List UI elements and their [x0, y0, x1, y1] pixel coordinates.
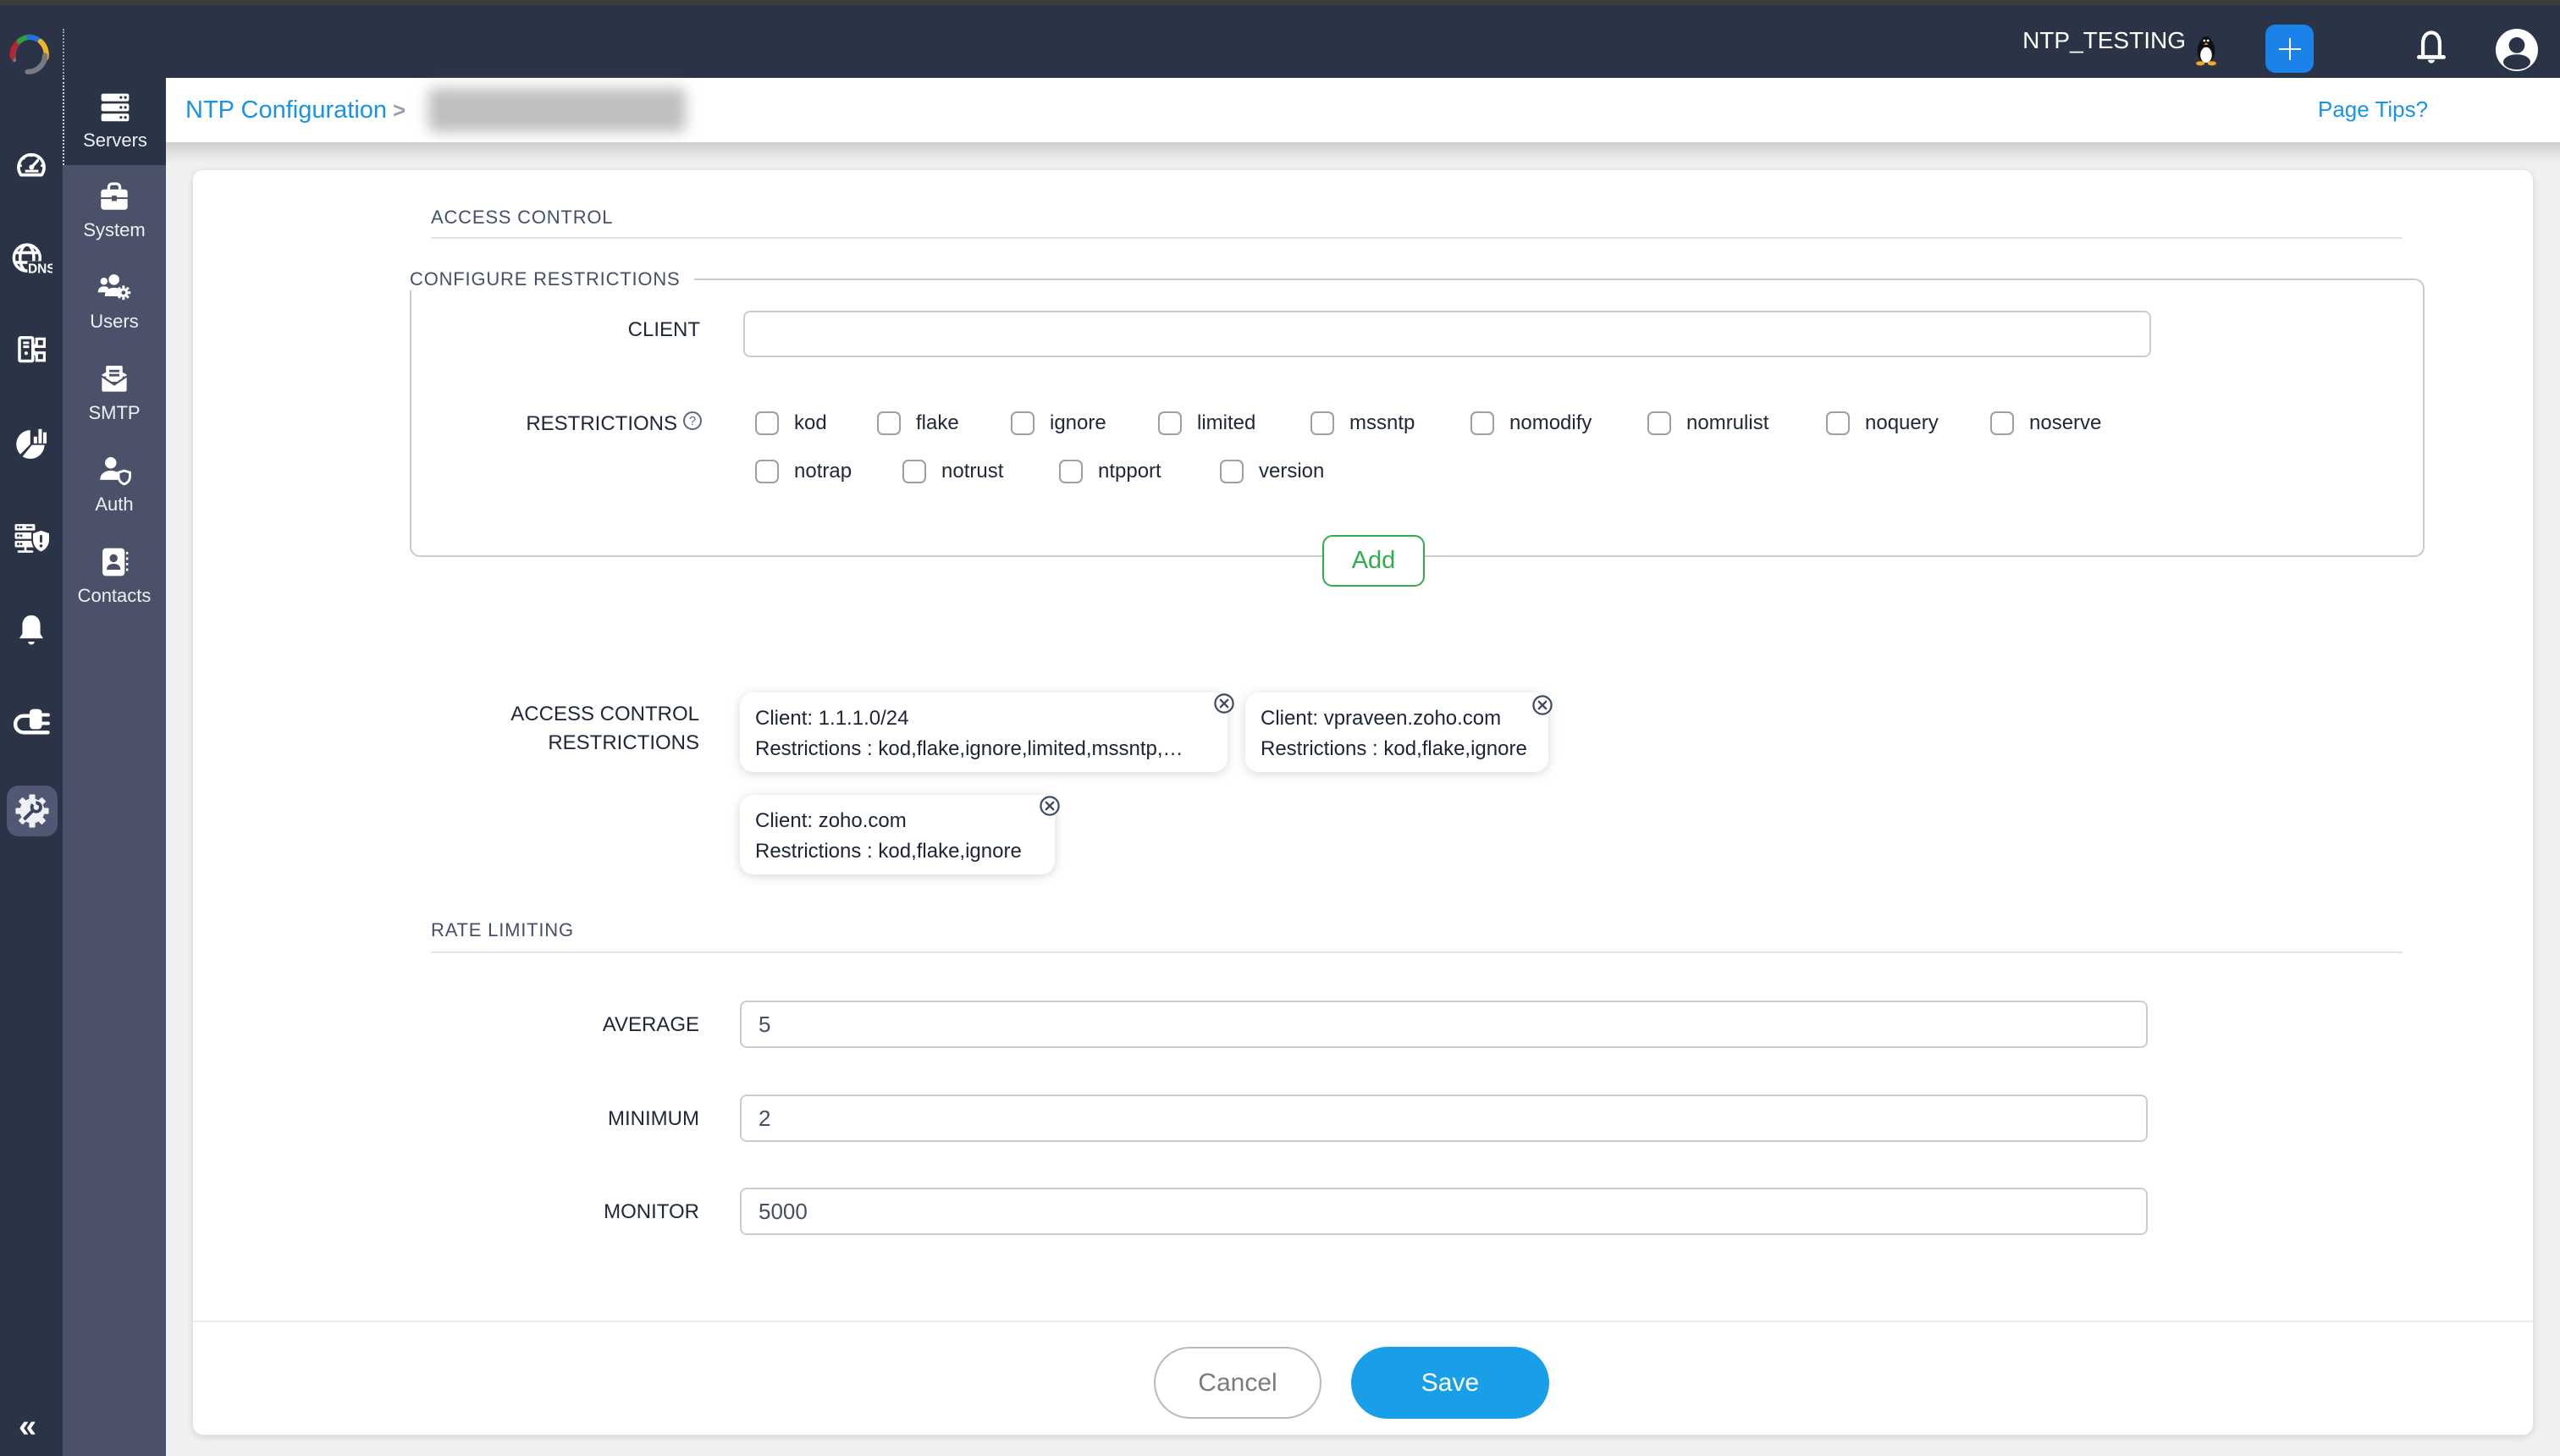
svg-text:?: ?	[689, 414, 696, 428]
svg-text:DNS: DNS	[28, 262, 52, 276]
